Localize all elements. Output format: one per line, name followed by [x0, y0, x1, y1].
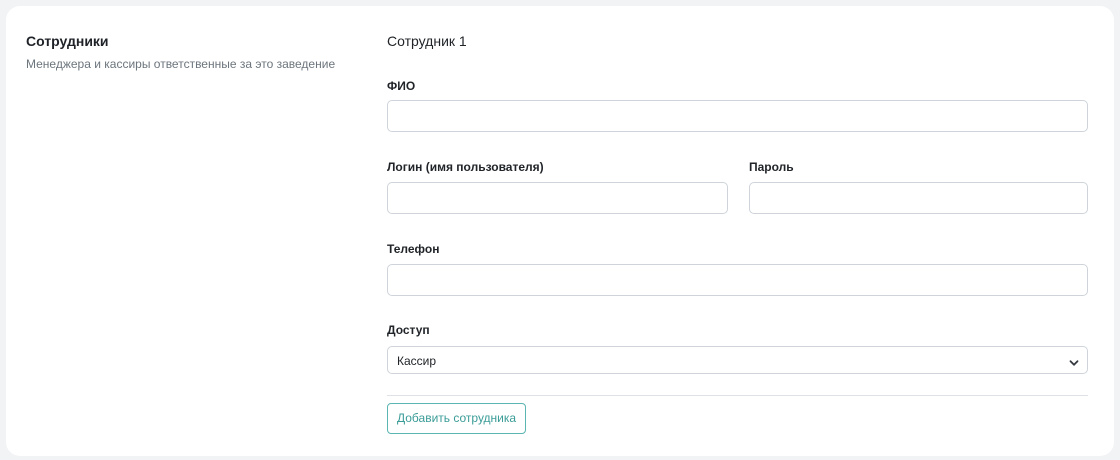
password-input[interactable] [749, 182, 1088, 214]
phone-input[interactable] [387, 264, 1088, 296]
chevron-down-icon [1069, 355, 1079, 366]
section-description: Менеджера и кассиры ответственные за это… [26, 57, 336, 71]
phone-label: Телефон [387, 242, 440, 256]
login-label: Логин (имя пользователя) [387, 160, 544, 174]
access-label: Доступ [387, 323, 430, 337]
full-name-input[interactable] [387, 100, 1088, 132]
access-select[interactable]: Кассир [387, 346, 1088, 374]
login-input[interactable] [387, 182, 728, 214]
access-select-value: Кассир [397, 354, 437, 368]
divider [387, 395, 1088, 396]
password-label: Пароль [749, 160, 794, 174]
section-title: Сотрудники [26, 33, 109, 49]
full-name-label: ФИО [387, 79, 416, 93]
add-employee-button[interactable]: Добавить сотрудника [387, 403, 527, 434]
employees-card: Сотрудники Менеджера и кассиры ответстве… [6, 6, 1114, 456]
employee-heading: Сотрудник 1 [387, 33, 467, 49]
